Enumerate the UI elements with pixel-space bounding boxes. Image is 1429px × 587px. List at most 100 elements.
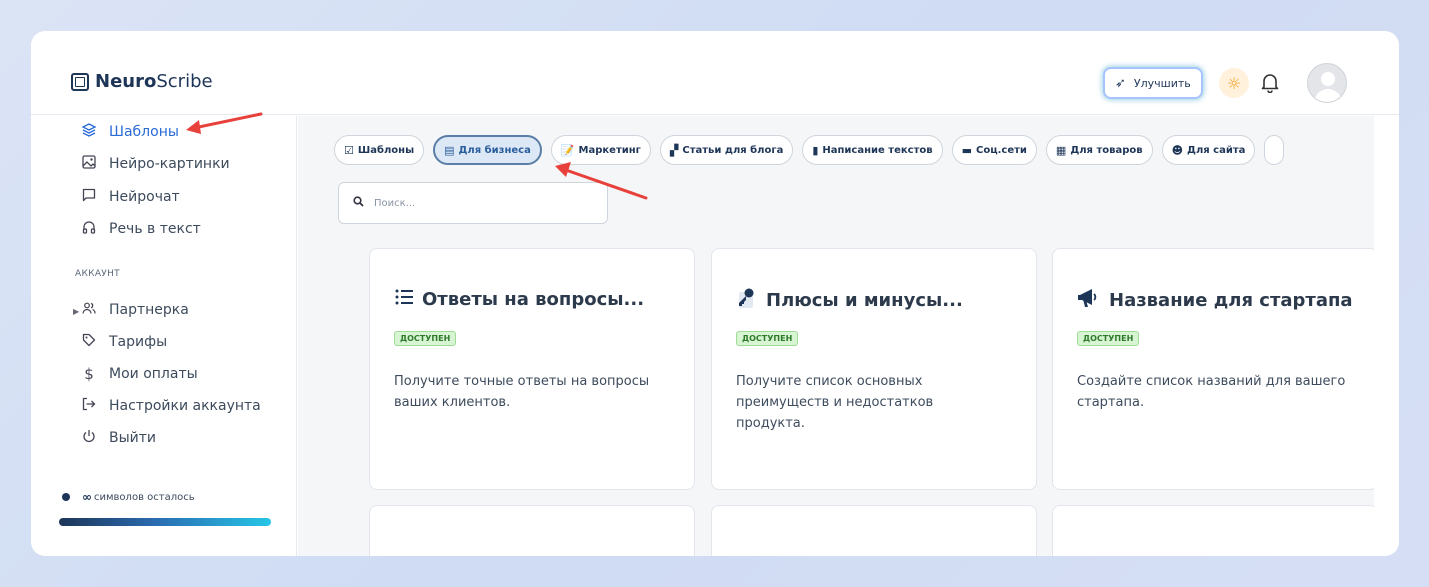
sidebar-item-label: Мои оплаты bbox=[109, 366, 198, 382]
ledger-icon: ▦ bbox=[1055, 143, 1067, 157]
sidebar-item-label: Партнерка bbox=[109, 302, 189, 318]
headphones-icon bbox=[81, 220, 97, 238]
list-icon bbox=[394, 287, 414, 312]
sidebar-item-logout[interactable]: Выйти bbox=[81, 429, 156, 447]
sidebar-item-label: Нейро-картинки bbox=[109, 156, 230, 172]
chip-social[interactable]: ▬ Соц.сети bbox=[951, 135, 1037, 165]
image-icon bbox=[81, 155, 97, 173]
avatar-body bbox=[1314, 89, 1342, 102]
template-card[interactable] bbox=[711, 505, 1037, 556]
memo-icon: 📝 bbox=[560, 143, 575, 157]
card-description: Получите список основных преимуществ и н… bbox=[736, 374, 934, 431]
search-placeholder: Поиск... bbox=[374, 197, 416, 209]
megaphone-icon bbox=[1077, 287, 1101, 314]
sidebar-item-account-settings[interactable]: Настройки аккаунта bbox=[81, 397, 261, 415]
checkbox-icon: ☑ bbox=[344, 143, 354, 157]
sidebar-item-label: Тарифы bbox=[109, 334, 168, 350]
chip-label: Написание текстов bbox=[822, 144, 933, 156]
app-window: Neuro Scribe ➶ Улучшить ☼ Шаблоны Нейро-к… bbox=[31, 31, 1399, 556]
template-card[interactable] bbox=[369, 505, 695, 556]
sidebar-item-payments[interactable]: $ Мои оплаты bbox=[81, 365, 198, 383]
chip-products[interactable]: ▦ Для товаров bbox=[1045, 135, 1153, 165]
rocket-icon: ➶ bbox=[1115, 75, 1126, 91]
tag-icon bbox=[81, 333, 97, 351]
card-description: Получите точные ответы на вопросы ваших … bbox=[394, 374, 650, 410]
logo-text-light: Scribe bbox=[156, 71, 213, 92]
chip-business[interactable]: ▤ Для бизнеса bbox=[433, 135, 542, 165]
card-title-text: Название для стартапа bbox=[1109, 290, 1353, 311]
card-title-text: Ответы на вопросы... bbox=[422, 289, 645, 310]
credits-progress-bar bbox=[59, 518, 271, 526]
chip-marketing[interactable]: 📝 Маркетинг bbox=[550, 135, 651, 165]
sidebar-item-neuro-images[interactable]: Нейро-картинки bbox=[81, 155, 230, 173]
template-card-startup-name[interactable]: Название для стартапа ДОСТУПЕН Создайте … bbox=[1052, 248, 1374, 490]
card-title-text: Плюсы и минусы... bbox=[766, 290, 963, 311]
books-icon: ▞ bbox=[669, 143, 679, 157]
power-icon bbox=[81, 429, 97, 447]
card-title: Плюсы и минусы... bbox=[736, 287, 963, 314]
card-title: Название для стартапа bbox=[1077, 287, 1353, 314]
search-icon bbox=[353, 196, 364, 210]
sidebar-item-speech-to-text[interactable]: Речь в текст bbox=[81, 220, 201, 238]
sidebar-item-label: Шаблоны bbox=[109, 124, 179, 140]
chip-templates[interactable]: ☑ Шаблоны bbox=[334, 135, 425, 165]
template-card-pros-cons[interactable]: Плюсы и минусы... ДОСТУПЕН Получите спис… bbox=[711, 248, 1037, 490]
robot-icon: ☻ bbox=[1171, 143, 1184, 157]
chip-more[interactable] bbox=[1264, 135, 1285, 165]
dollar-icon: $ bbox=[84, 365, 94, 383]
sidebar-item-label: Выйти bbox=[109, 430, 157, 446]
sidebar-item-templates[interactable]: Шаблоны bbox=[81, 123, 179, 141]
section-label-account: АККАУНТ bbox=[75, 269, 120, 279]
card-description: Создайте список названий для вашего стар… bbox=[1077, 374, 1346, 410]
layers-icon bbox=[81, 123, 97, 141]
sidebar-item-tariffs[interactable]: Тарифы bbox=[81, 333, 167, 351]
avatar[interactable] bbox=[1307, 63, 1347, 103]
calendar-icon: ▤ bbox=[444, 143, 455, 157]
sidebar-item-partner[interactable]: Партнерка bbox=[81, 301, 189, 319]
bell-icon[interactable] bbox=[1258, 71, 1282, 95]
chip-label: Для сайта bbox=[1187, 144, 1246, 156]
status-badge: ДОСТУПЕН bbox=[394, 331, 457, 346]
sidebar-item-label: Речь в текст bbox=[109, 221, 201, 237]
laptop-icon: ▬ bbox=[961, 143, 972, 157]
chip-label: Маркетинг bbox=[578, 144, 641, 156]
top-bar: Neuro Scribe ➶ Улучшить ☼ bbox=[31, 31, 1399, 115]
main-content: ☑ Шаблоны ▤ Для бизнеса 📝 Маркетинг ▞ Статьи… bbox=[298, 116, 1374, 556]
sidebar-item-label: Нейрочат bbox=[109, 189, 180, 205]
credits-dot bbox=[62, 493, 70, 501]
chip-website[interactable]: ☻ Для сайта bbox=[1161, 135, 1256, 165]
chip-label: Статьи для блога bbox=[682, 144, 784, 156]
status-badge: ДОСТУПЕН bbox=[1077, 331, 1140, 346]
logo-icon bbox=[71, 72, 89, 91]
login-icon bbox=[81, 397, 97, 415]
avatar-head bbox=[1321, 72, 1335, 86]
chip-label: Для товаров bbox=[1070, 144, 1143, 156]
upgrade-button[interactable]: ➶ Улучшить bbox=[1103, 67, 1203, 99]
chat-icon bbox=[81, 188, 97, 206]
users-icon bbox=[81, 301, 97, 319]
key-icon bbox=[736, 287, 758, 314]
credits-remaining: ∞ символов осталось bbox=[62, 490, 195, 504]
chip-label: Для бизнеса bbox=[458, 144, 531, 156]
sidebar: Шаблоны Нейро-картинки Нейрочат Речь в т… bbox=[31, 116, 297, 556]
chip-blog-articles[interactable]: ▞ Статьи для блога bbox=[659, 135, 794, 165]
category-chips: ☑ Шаблоны ▤ Для бизнеса 📝 Маркетинг ▞ Статьи… bbox=[334, 135, 1293, 165]
logo[interactable]: Neuro Scribe bbox=[71, 71, 213, 92]
search-field[interactable]: Поиск... bbox=[338, 182, 608, 224]
chip-copywriting[interactable]: ▮ Написание текстов bbox=[802, 135, 943, 165]
logo-text-bold: Neuro bbox=[95, 71, 157, 92]
sun-icon[interactable]: ☼ bbox=[1219, 68, 1249, 98]
credits-label: символов осталось bbox=[94, 491, 195, 503]
card-title: Ответы на вопросы... bbox=[394, 287, 644, 312]
sidebar-item-neurochat[interactable]: Нейрочат bbox=[81, 188, 180, 206]
chip-label: Соц.сети bbox=[975, 144, 1027, 156]
infinity-symbol: ∞ bbox=[82, 490, 92, 504]
template-card[interactable] bbox=[1052, 505, 1374, 556]
chip-label: Шаблоны bbox=[357, 144, 415, 156]
upgrade-label: Улучшить bbox=[1133, 76, 1191, 90]
phone-icon: ▮ bbox=[812, 143, 819, 157]
caret-right-icon[interactable]: ▶ bbox=[73, 307, 79, 316]
status-badge: ДОСТУПЕН bbox=[736, 331, 799, 346]
sidebar-item-label: Настройки аккаунта bbox=[109, 398, 261, 414]
template-card-faq[interactable]: Ответы на вопросы... ДОСТУПЕН Получите т… bbox=[369, 248, 695, 490]
